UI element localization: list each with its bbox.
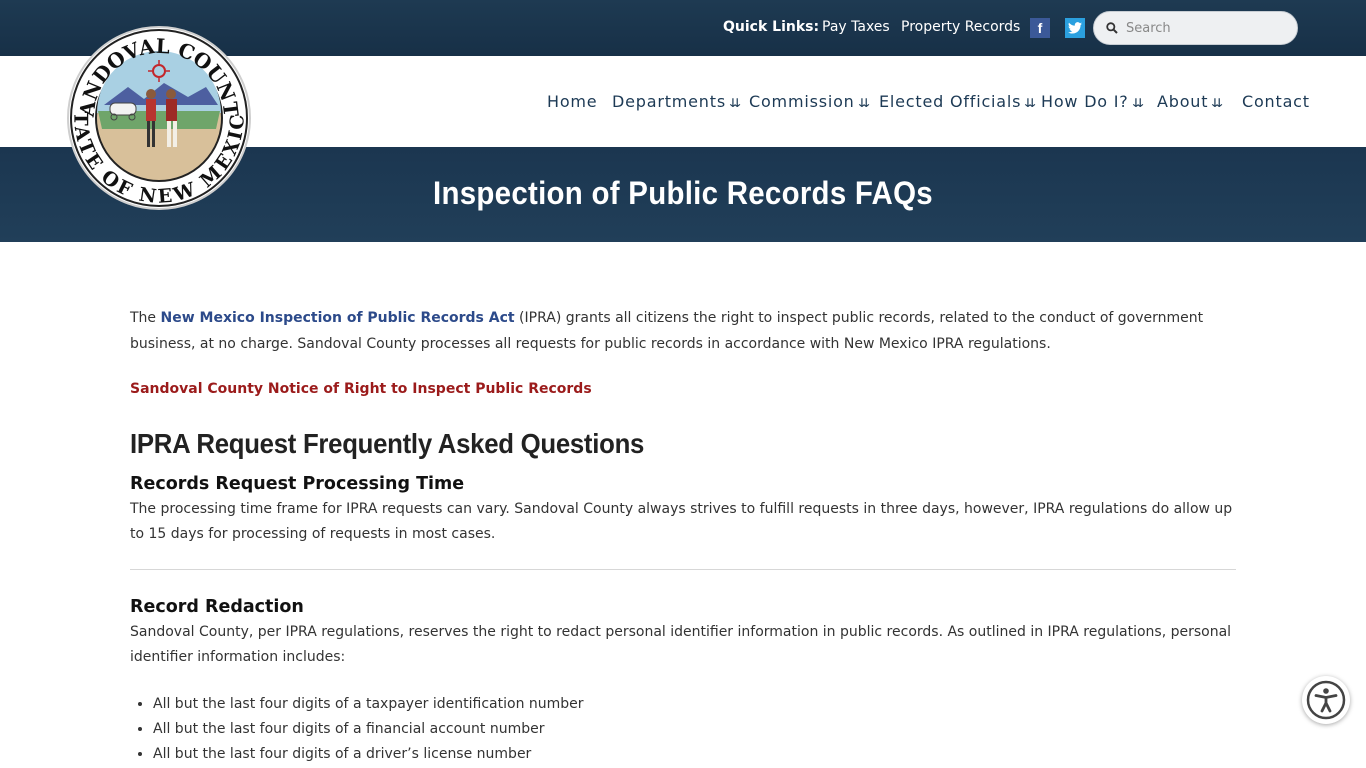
nav-item-elected-officials[interactable]: Elected Officials ⇊ xyxy=(879,92,1036,111)
identifier-list: All but the last four digits of a taxpay… xyxy=(130,692,1236,767)
chevron-down-icon: ⇊ xyxy=(1131,96,1145,110)
search-input[interactable] xyxy=(1124,19,1288,37)
list-item: All but the last four digits of a taxpay… xyxy=(153,692,1236,717)
chevron-down-icon: ⇊ xyxy=(1211,96,1225,110)
list-item: All but the last four digits of a financ… xyxy=(153,717,1236,742)
search-icon xyxy=(1106,22,1118,34)
nav-label-home: Home xyxy=(547,92,598,111)
processing-time-heading: Records Request Processing Time xyxy=(130,473,465,494)
nav-item-departments[interactable]: Departments ⇊ xyxy=(612,92,741,111)
list-item: All but the last four digits of a driver… xyxy=(153,742,1236,767)
chevron-down-icon: ⇊ xyxy=(857,96,871,110)
nav-item-home[interactable]: Home xyxy=(547,92,597,111)
accessibility-icon xyxy=(1306,680,1346,720)
nav-label-elected-officials: Elected Officials xyxy=(879,92,1022,111)
facebook-icon[interactable]: f xyxy=(1030,18,1050,38)
nav-label-how-do-i: How Do I? xyxy=(1041,92,1129,111)
nav-label-contact: Contact xyxy=(1242,92,1310,111)
property-records-link[interactable]: Property Records xyxy=(901,19,1020,35)
record-redaction-heading: Record Redaction xyxy=(130,596,304,617)
processing-time-text: The processing time frame for IPRA reque… xyxy=(130,500,1233,543)
nav-item-contact[interactable]: Contact xyxy=(1242,92,1310,111)
ipra-act-link[interactable]: New Mexico Inspection of Public Records … xyxy=(161,310,515,326)
nav-item-about[interactable]: About ⇊ xyxy=(1157,92,1223,111)
pay-taxes-link[interactable]: Pay Taxes xyxy=(822,19,890,35)
record-redaction-text: Sandoval County, per IPRA regulations, r… xyxy=(130,623,1232,666)
county-seal-logo[interactable]: SANDOVAL COUNTY STATE OF NEW MEXICO xyxy=(58,6,252,211)
nav-label-departments: Departments xyxy=(612,92,726,111)
main-content: The New Mexico Inspection of Public Reco… xyxy=(130,306,1236,767)
intro-paragraph: The New Mexico Inspection of Public Reco… xyxy=(130,306,1236,357)
chevron-down-icon: ⇊ xyxy=(728,96,742,110)
nav-label-about: About xyxy=(1157,92,1209,111)
twitter-icon[interactable] xyxy=(1065,18,1085,38)
intro-prefix: The xyxy=(130,310,161,326)
nav-label-commission: Commission xyxy=(749,92,855,111)
search-box[interactable] xyxy=(1093,11,1298,45)
nav-item-commission[interactable]: Commission ⇊ xyxy=(749,92,871,111)
chevron-down-icon: ⇊ xyxy=(1024,96,1038,110)
notice-of-right-link[interactable]: Sandoval County Notice of Right to Inspe… xyxy=(130,377,592,403)
section-divider xyxy=(130,568,1236,570)
quick-links-label: Quick Links: xyxy=(723,19,820,35)
accessibility-button[interactable] xyxy=(1302,676,1350,724)
nav-item-how-do-i[interactable]: How Do I? ⇊ xyxy=(1041,92,1145,111)
faq-heading: IPRA Request Frequently Asked Questions xyxy=(130,427,645,459)
